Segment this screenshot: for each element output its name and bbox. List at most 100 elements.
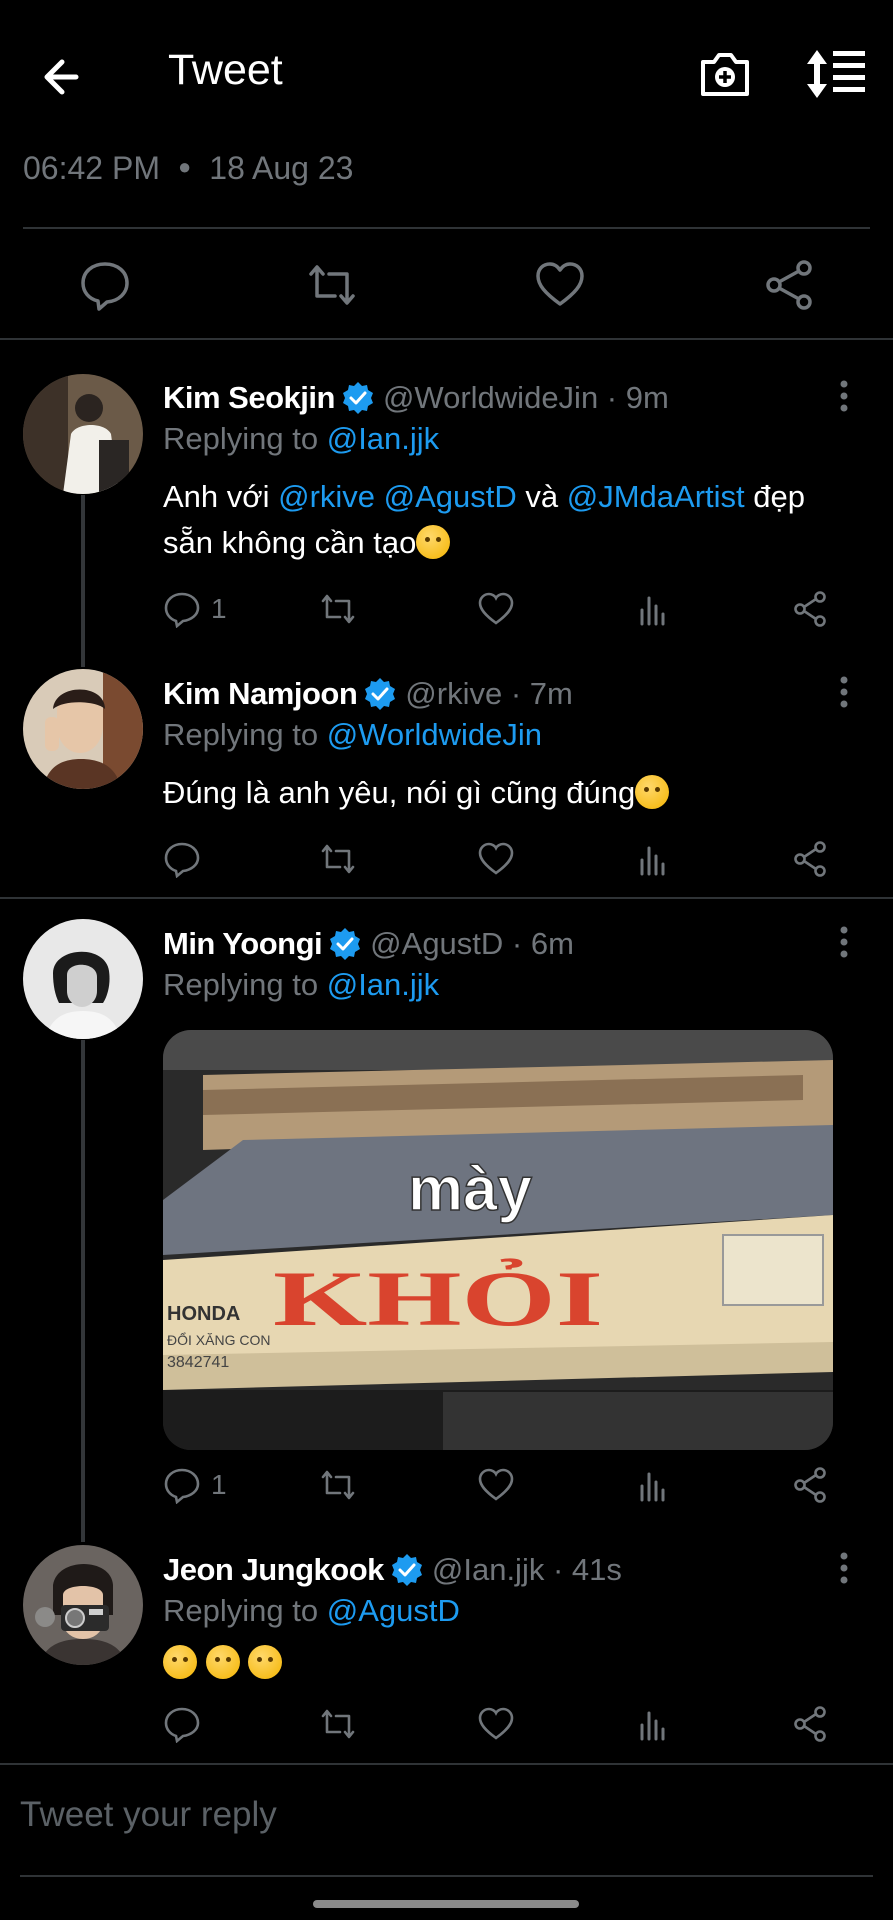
tweet-age: 41s [571, 1552, 622, 1587]
retweet-icon[interactable] [305, 258, 359, 312]
share-button[interactable] [791, 840, 829, 878]
divider [0, 1763, 893, 1765]
analytics-icon [640, 1711, 665, 1741]
thread-line [81, 1040, 85, 1542]
retweet-button[interactable] [319, 1705, 357, 1743]
tweet-action-bar [163, 840, 843, 884]
smirk-emoji-icon [416, 525, 451, 559]
share-button[interactable] [791, 590, 829, 628]
avatar[interactable] [23, 1545, 143, 1665]
retweet-button[interactable] [319, 1466, 357, 1504]
mention-link[interactable]: @rkive [278, 479, 375, 514]
replying-to: Replying to @WorldwideJin [163, 717, 542, 753]
mention-link[interactable]: @AgustD [384, 479, 517, 514]
meme-caption: mày [408, 1155, 533, 1224]
like-button[interactable] [477, 1466, 515, 1504]
mention-link[interactable]: @Ian.jjk [327, 421, 439, 456]
display-name[interactable]: Kim Namjoon [163, 676, 358, 712]
replying-label: Replying to [163, 421, 319, 456]
analytics-icon [640, 596, 665, 626]
like-icon [478, 1707, 514, 1740]
verified-badge-icon [330, 928, 361, 960]
more-options-icon[interactable] [831, 674, 857, 714]
text-segment: và [516, 479, 567, 514]
share-button[interactable] [791, 1466, 829, 1504]
analytics-button[interactable] [634, 1466, 672, 1504]
avatar[interactable] [23, 669, 143, 789]
like-icon [478, 592, 514, 625]
tweet-media-image[interactable]: mày KHỎI HONDA ĐỔI XĂNG CON 3842741 [163, 1030, 833, 1450]
reply-input-underline [20, 1875, 873, 1877]
display-name[interactable]: Jeon Jungkook [163, 1552, 384, 1588]
like-icon[interactable] [533, 258, 587, 312]
reply-button[interactable] [163, 840, 201, 878]
retweet-icon [321, 594, 355, 624]
reply-count: 1 [211, 1469, 227, 1500]
replying-label: Replying to [163, 1593, 319, 1628]
text-segment: Anh với [163, 479, 279, 514]
more-options-icon[interactable] [831, 924, 857, 964]
kiss-emoji-icon [635, 775, 670, 809]
tweet-header: Kim Namjoon @rkive · 7m [163, 676, 573, 712]
more-options-icon[interactable] [831, 378, 857, 418]
reply-button[interactable] [163, 1705, 201, 1743]
share-icon [794, 591, 826, 627]
analytics-button[interactable] [634, 1705, 672, 1743]
like-button[interactable] [477, 840, 515, 878]
divider [0, 338, 893, 340]
crying-face-emoji-icon [248, 1645, 283, 1679]
like-button[interactable] [477, 1705, 515, 1743]
display-name[interactable]: Min Yoongi [163, 926, 323, 962]
user-handle[interactable]: @Ian.jjk [432, 1552, 544, 1588]
tweet-action-bar [163, 1705, 843, 1749]
crying-face-emoji-icon [163, 1645, 197, 1679]
tweet-action-bar: 1 [163, 590, 843, 634]
separator-dot: · [503, 926, 531, 961]
tweet-date: 18 Aug 23 [209, 150, 354, 186]
user-handle[interactable]: @rkive [405, 676, 502, 712]
analytics-button[interactable] [634, 590, 672, 628]
tweet-header: Min Yoongi @AgustD · 6m [163, 926, 574, 962]
thread-line [81, 495, 85, 667]
more-options-icon[interactable] [831, 1550, 857, 1590]
divider [23, 227, 870, 229]
separator-dot: ● [177, 154, 192, 179]
analytics-icon [640, 1472, 665, 1502]
page-title: Tweet [168, 46, 283, 94]
replying-label: Replying to [163, 967, 319, 1002]
reply-button[interactable]: 1 [163, 1466, 227, 1504]
display-name[interactable]: Kim Seokjin [163, 380, 335, 416]
divider [0, 897, 893, 899]
reply-input[interactable]: Tweet your reply [20, 1795, 277, 1835]
analytics-button[interactable] [634, 840, 672, 878]
reply-icon [164, 1468, 200, 1504]
mention-link[interactable]: @AgustD [327, 1593, 460, 1628]
tweet-timestamp: 06:42 PM ● 18 Aug 23 [23, 150, 353, 187]
share-icon[interactable] [762, 258, 816, 312]
share-button[interactable] [791, 1705, 829, 1743]
home-indicator[interactable] [313, 1900, 579, 1908]
replying-to: Replying to @Ian.jjk [163, 967, 439, 1003]
reply-icon[interactable] [78, 258, 132, 312]
camera-plus-icon[interactable] [697, 46, 753, 102]
retweet-button[interactable] [319, 840, 357, 878]
mention-link[interactable]: @WorldwideJin [327, 717, 542, 752]
user-handle[interactable]: @WorldwideJin [383, 380, 598, 416]
back-arrow-icon[interactable] [36, 48, 94, 106]
retweet-button[interactable] [319, 590, 357, 628]
side-sign-line: ĐỔI XĂNG CON [167, 1331, 270, 1348]
reply-button[interactable]: 1 [163, 590, 227, 628]
sort-list-icon[interactable] [805, 46, 867, 102]
tweet-header: Jeon Jungkook @Ian.jjk · 41s [163, 1552, 622, 1588]
tweet-age: 9m [625, 380, 669, 415]
mention-link[interactable]: @Ian.jjk [327, 967, 439, 1002]
avatar[interactable] [23, 919, 143, 1039]
mention-link[interactable]: @JMdaArtist [567, 479, 745, 514]
avatar[interactable] [23, 374, 143, 494]
top-app-bar: Tweet [0, 0, 893, 150]
like-button[interactable] [477, 590, 515, 628]
share-icon [794, 1467, 826, 1503]
user-handle[interactable]: @AgustD [370, 926, 503, 962]
verified-badge-icon [391, 1554, 422, 1586]
tweet-text: Anh với @rkive @AgustD và @JMdaArtist đẹ… [163, 474, 843, 566]
